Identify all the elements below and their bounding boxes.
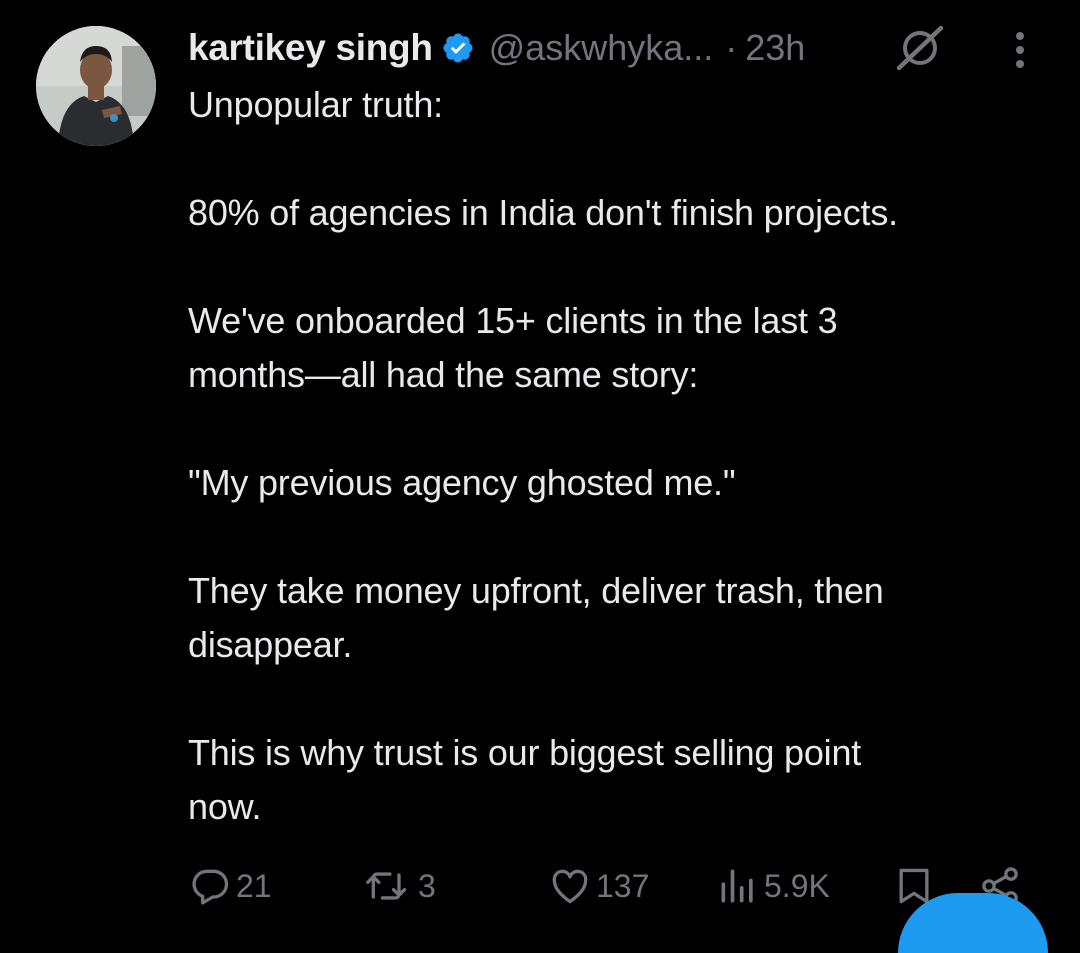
- views-icon: [721, 869, 753, 903]
- tweet-header: kartikey singh @askwhyka... · 23h: [188, 22, 805, 74]
- tweet-paragraph: 80% of agencies in India don't finish pr…: [188, 192, 898, 233]
- like-count: 137: [596, 867, 650, 904]
- more-options-icon[interactable]: [1000, 24, 1040, 72]
- verified-badge-icon: [441, 31, 475, 65]
- avatar-photo: [36, 26, 156, 146]
- tweet[interactable]: kartikey singh @askwhyka... · 23h Unpopu…: [0, 0, 1080, 953]
- reply-icon: [192, 869, 229, 905]
- tweet-paragraph: They take money upfront, deliver trash, …: [188, 570, 884, 665]
- tweet-timestamp[interactable]: 23h: [745, 27, 805, 69]
- views-button[interactable]: 5.9K: [716, 860, 830, 912]
- tweet-paragraph: "My previous agency ghosted me.": [188, 462, 736, 503]
- like-icon: [552, 869, 588, 904]
- author-handle[interactable]: @askwhyka...: [489, 27, 714, 69]
- like-button[interactable]: 137: [548, 860, 649, 912]
- tweet-paragraph: This is why trust is our biggest selling…: [188, 732, 862, 827]
- views-count: 5.9K: [764, 867, 830, 904]
- repost-button[interactable]: 3: [362, 860, 436, 912]
- author-display-name[interactable]: kartikey singh: [188, 27, 433, 69]
- grok-icon[interactable]: [893, 22, 945, 74]
- separator-dot: ·: [725, 27, 738, 68]
- tweet-paragraph: Unpopular truth:: [188, 84, 443, 125]
- tweet-paragraph: We've onboarded 15+ clients in the last …: [188, 300, 838, 395]
- author-avatar[interactable]: [36, 26, 156, 146]
- tweet-action-bar: 21 3 137 5.9K: [0, 856, 1080, 912]
- tweet-text: Unpopular truth: 80% of agencies in Indi…: [188, 78, 1048, 888]
- reply-button[interactable]: 21: [188, 860, 272, 912]
- repost-count: 3: [418, 867, 436, 904]
- reply-count: 21: [236, 867, 272, 904]
- repost-icon: [366, 872, 407, 900]
